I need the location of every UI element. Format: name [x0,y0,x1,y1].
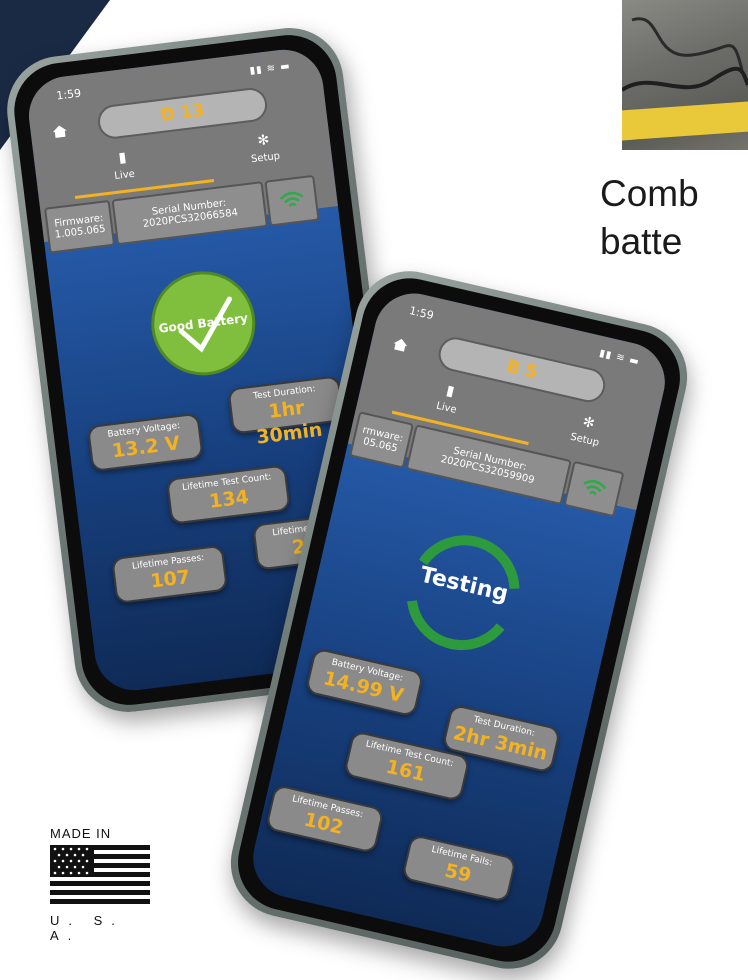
battery-voltage-card: Battery Voltage: 14.99 V [304,647,425,718]
firmware-box: Firmware: 1.005.065 [44,199,116,254]
wifi-icon [279,191,304,207]
lifetime-passes-card: Lifetime Passes: 102 [265,783,385,854]
usa-text: U. S. A. [50,913,124,943]
lifetime-fails-card: Lifetime Fails: 59 [401,833,517,903]
us-flag-icon [50,845,150,905]
test-duration-card: Test Duration: 1hr 30min [227,375,345,449]
headline-line-1: Comb [600,173,699,214]
headline: Comb batte [600,170,748,266]
lifetime-test-count-card: Lifetime Test Count: 134 [165,464,291,525]
wifi-icon [583,480,607,496]
headline-line-2: batte [600,221,683,262]
lifetime-passes-card: Lifetime Passes: 107 [111,544,228,604]
wifi-box[interactable] [264,174,320,227]
made-in-usa-badge: MADE IN U. S. A. [50,826,150,958]
testing-indicator: Testing [372,502,552,682]
product-photo [622,0,748,150]
good-battery-badge: Good Battery [145,265,262,382]
battery-voltage-card: Battery Voltage: 13.2 V [86,412,204,472]
made-in-text: MADE IN [50,826,112,841]
home-icon[interactable] [52,125,67,139]
